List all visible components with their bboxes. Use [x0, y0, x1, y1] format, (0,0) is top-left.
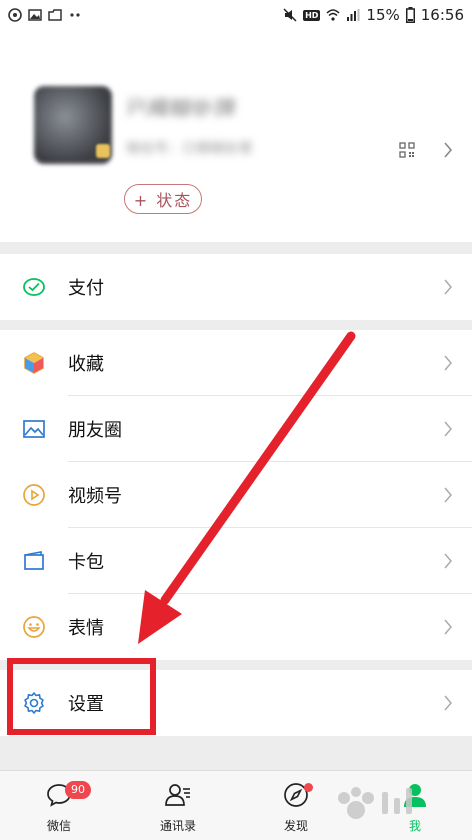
tab-label: 微信: [46, 819, 71, 833]
battery-icon: [405, 7, 415, 23]
menu-item-settings[interactable]: 设置: [0, 670, 472, 736]
menu-item-label: 设置: [68, 694, 104, 715]
sticker-smiley-icon: [23, 616, 45, 638]
profile-nickname: 已模糊处理: [126, 98, 237, 116]
chevron-right-icon[interactable]: [442, 140, 454, 160]
menu-item-label: 表情: [68, 618, 104, 639]
hd-indicator: HD: [303, 9, 321, 21]
chevron-right-icon: [444, 487, 452, 503]
chevron-right-icon: [444, 355, 452, 371]
status-system-icons: HD 15% 16:56: [283, 4, 464, 26]
mute-icon: [283, 8, 297, 22]
menu-item-label: 支付: [68, 278, 104, 299]
watermark-logo: [338, 787, 412, 819]
menu-item-moments[interactable]: 朋友圈: [0, 396, 472, 462]
tab-contacts[interactable]: 通讯录: [138, 771, 218, 840]
folder-notification-icon: [48, 9, 62, 21]
contacts-icon: [165, 784, 190, 806]
chevron-right-icon: [444, 619, 452, 635]
qr-code-icon[interactable]: [399, 142, 415, 158]
status-bar: HD 15% 16:56: [0, 0, 472, 30]
menu-item-label: 视频号: [68, 486, 122, 507]
tab-chats[interactable]: 90 微信: [19, 771, 99, 840]
image-notification-icon: [28, 9, 42, 21]
favorites-cube-icon: [24, 352, 44, 374]
chevron-right-icon: [444, 421, 452, 437]
new-content-dot: [304, 783, 313, 792]
features-section: 收藏 朋友圈 视频号 卡包 表情: [0, 330, 472, 660]
menu-item-label: 卡包: [68, 552, 104, 573]
signal-icon: [347, 9, 360, 21]
settings-gear-icon: [24, 692, 44, 714]
menu-item-cards[interactable]: 卡包: [0, 528, 472, 594]
chevron-right-icon: [444, 553, 452, 569]
card-wallet-icon: [24, 551, 44, 570]
pay-icon: [23, 278, 45, 296]
profile-header[interactable]: 已模糊处理 微信号：已模糊处理 + 状态: [0, 30, 472, 242]
battery-percent: 15%: [366, 6, 400, 24]
moments-picture-icon: [23, 420, 45, 438]
menu-item-label: 朋友圈: [68, 420, 122, 441]
clock: 16:56: [420, 6, 464, 24]
wifi-icon: [326, 9, 340, 21]
menu-item-stickers[interactable]: 表情: [0, 594, 472, 660]
profile-wechat-id: 微信号：已模糊处理: [126, 141, 252, 156]
more-notifications-icon: [70, 13, 80, 17]
pay-section: 支付: [0, 254, 472, 320]
chevron-right-icon: [444, 695, 452, 711]
menu-item-channels[interactable]: 视频号: [0, 462, 472, 528]
tab-label: 通讯录: [159, 819, 196, 833]
channels-play-icon: [23, 484, 45, 506]
chevron-right-icon: [444, 279, 452, 295]
unread-count-badge: 90: [65, 781, 91, 799]
app-notification-icon: [8, 8, 22, 22]
status-notification-icons: [8, 5, 82, 25]
settings-section: 设置: [0, 670, 472, 736]
avatar-badge: [96, 144, 110, 158]
menu-item-label: 收藏: [68, 354, 104, 375]
add-status-button[interactable]: + 状态: [124, 184, 202, 214]
menu-item-favorites[interactable]: 收藏: [0, 330, 472, 396]
menu-item-pay[interactable]: 支付: [0, 254, 472, 320]
